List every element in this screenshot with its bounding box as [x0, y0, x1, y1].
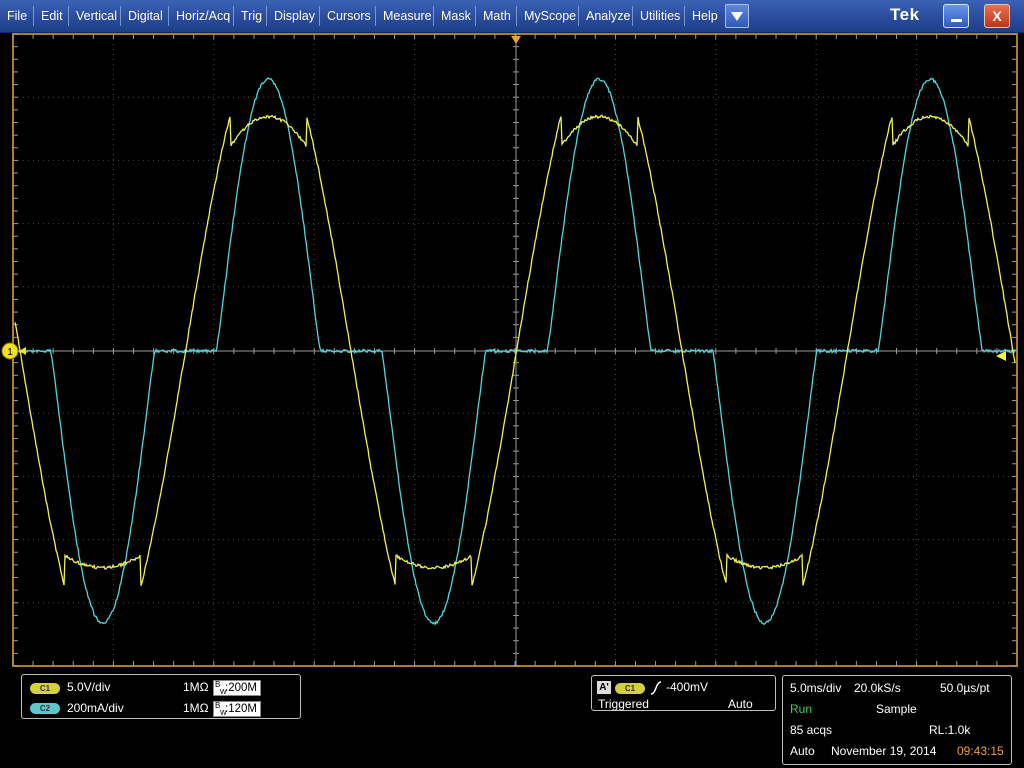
ch1-bandwidth-value: :200M — [225, 682, 257, 694]
triangle-down-icon — [511, 36, 521, 44]
record-length[interactable]: RL:1.0k — [929, 723, 970, 737]
menu-separator — [684, 6, 685, 26]
trigger-a-badge: A' — [597, 681, 611, 694]
run-status[interactable]: Run — [790, 702, 812, 716]
menu-bar: File Edit Vertical Digital Horiz/Acq Tri… — [0, 0, 1024, 33]
bw-subscript: W — [220, 707, 227, 721]
graticule[interactable]: 1 — [0, 33, 1024, 669]
menu-digital[interactable]: Digital — [128, 0, 163, 32]
ch2-bandwidth-value: :120M — [225, 703, 257, 715]
ch1-bandwidth[interactable]: B W:200M — [213, 680, 261, 696]
ch2-bandwidth[interactable]: B W:120M — [213, 701, 261, 717]
trigger-position-marker[interactable] — [511, 36, 521, 44]
menu-edit[interactable]: Edit — [41, 0, 63, 32]
menu-separator — [433, 6, 434, 26]
acquisition-trigger-mode: Auto — [790, 744, 815, 758]
acquisition-mode[interactable]: Sample — [876, 702, 917, 716]
menu-separator — [266, 6, 267, 26]
menu-vertical[interactable]: Vertical — [76, 0, 117, 32]
menu-utilities[interactable]: Utilities — [640, 0, 680, 32]
acquisition-count: 85 acqs — [790, 723, 832, 737]
trigger-readout[interactable]: A' C1 -400mV Triggered Auto — [591, 675, 776, 711]
bw-subscript: W — [220, 686, 227, 700]
menu-help[interactable]: Help — [692, 0, 718, 32]
menu-dropdown-button[interactable] — [725, 4, 749, 28]
tek-logo: Tek — [890, 5, 920, 25]
menu-cursors[interactable]: Cursors — [327, 0, 371, 32]
menu-separator — [578, 6, 579, 26]
trigger-state: Triggered — [598, 697, 649, 711]
menu-mask[interactable]: Mask — [441, 0, 471, 32]
menu-separator — [632, 6, 633, 26]
menu-myscope[interactable]: MyScope — [524, 0, 576, 32]
trigger-mode[interactable]: Auto — [728, 697, 753, 711]
menu-trig[interactable]: Trig — [241, 0, 262, 32]
date: November 19, 2014 — [831, 744, 936, 758]
menu-separator — [120, 6, 121, 26]
menu-separator — [319, 6, 320, 26]
menu-separator — [33, 6, 34, 26]
menu-horiz-acq[interactable]: Horiz/Acq — [176, 0, 230, 32]
ch1-marker-label: 1 — [7, 347, 13, 358]
sample-rate[interactable]: 20.0kS/s — [854, 681, 901, 695]
close-icon: X — [992, 8, 1001, 24]
minimize-icon — [951, 19, 962, 22]
ch2-scale[interactable]: 200mA/div — [67, 701, 124, 715]
triangle-down-icon — [731, 12, 743, 21]
rising-edge-icon — [650, 681, 662, 695]
ch1-badge[interactable]: C1 — [30, 683, 60, 694]
time: 09:43:15 — [957, 744, 1004, 758]
horizontal-scale[interactable]: 5.0ms/div — [790, 681, 841, 695]
ch2-badge[interactable]: C2 — [30, 703, 60, 714]
menu-separator — [375, 6, 376, 26]
ch1-impedance: 1MΩ — [183, 680, 209, 694]
menu-separator — [68, 6, 69, 26]
menu-separator — [168, 6, 169, 26]
trigger-source-badge: C1 — [615, 683, 645, 694]
waveform-display[interactable]: 1 — [0, 33, 1024, 669]
ch1-ground-marker[interactable]: 1 — [2, 343, 26, 359]
menu-separator — [475, 6, 476, 26]
minimize-button[interactable] — [943, 4, 969, 28]
ch2-impedance: 1MΩ — [183, 701, 209, 715]
menu-separator — [516, 6, 517, 26]
menu-file[interactable]: File — [7, 0, 27, 32]
menu-display[interactable]: Display — [274, 0, 315, 32]
menu-analyze[interactable]: Analyze — [586, 0, 630, 32]
channel-readout[interactable]: C1 5.0V/div 1MΩ B W:200M C2 200mA/div 1MΩ… — [21, 674, 301, 719]
trigger-level[interactable]: -400mV — [666, 680, 708, 694]
horizontal-readout[interactable]: 5.0ms/div 20.0kS/s 50.0µs/pt Run Sample … — [782, 675, 1012, 765]
ch1-scale[interactable]: 5.0V/div — [67, 680, 110, 694]
menu-math[interactable]: Math — [483, 0, 511, 32]
menu-separator — [233, 6, 234, 26]
close-button[interactable]: X — [984, 4, 1010, 28]
time-per-point: 50.0µs/pt — [940, 681, 990, 695]
menu-measure[interactable]: Measure — [383, 0, 432, 32]
